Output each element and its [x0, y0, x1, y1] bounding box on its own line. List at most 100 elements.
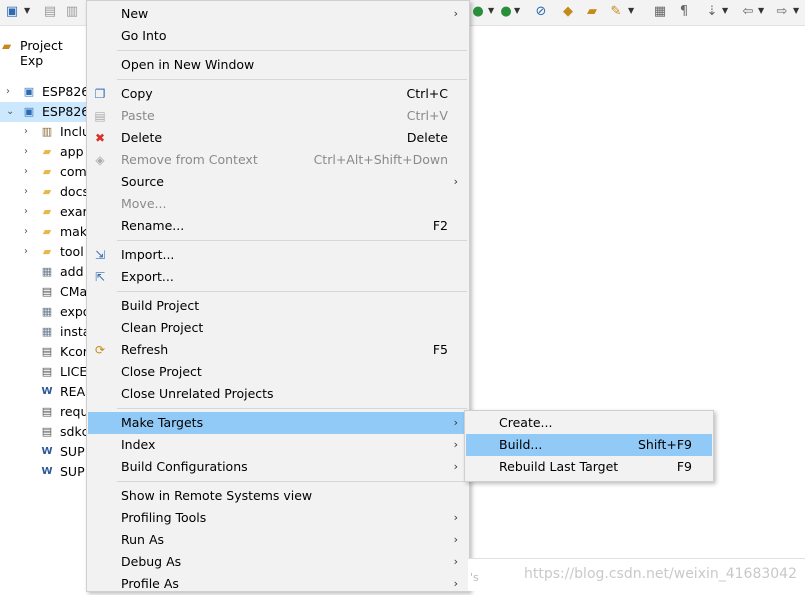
tree-item[interactable]: › ▰ tool [0, 242, 88, 262]
tree-item[interactable]: ⌄ ▣ ESP826 [0, 102, 88, 122]
skip-breakpoints-icon[interactable]: ⊘ [533, 4, 549, 20]
tree-item[interactable]: W SUP [0, 462, 88, 482]
tree-item[interactable]: W REA [0, 382, 88, 402]
chevron-down-icon[interactable]: ▼ [514, 6, 520, 15]
paragraph-icon[interactable]: ¶ [676, 4, 692, 20]
submenu-item-build[interactable]: Build... Shift+F9 [466, 434, 712, 456]
menu-item-index[interactable]: Index › [88, 434, 468, 456]
menu-item-label: Make Targets [121, 415, 204, 430]
submenu-arrow-icon: › [453, 438, 458, 451]
tree-item-label: SUP [60, 464, 85, 479]
submenu-arrow-icon: › [453, 533, 458, 546]
menu-item-refresh[interactable]: ⟳ Refresh F5 [88, 339, 468, 361]
menu-separator [117, 481, 467, 482]
tree-item[interactable]: › ▰ mak [0, 222, 88, 242]
menu-item-run-as[interactable]: Run As › [88, 529, 468, 551]
tree-item[interactable]: › ▰ docs [0, 182, 88, 202]
debug-icon[interactable]: ● [498, 4, 514, 20]
menu-separator [117, 291, 467, 292]
chevron-right-icon[interactable]: › [24, 162, 34, 182]
forward-icon[interactable]: ⇨ [774, 4, 790, 20]
menu-item-rename[interactable]: Rename... F2 [88, 215, 468, 237]
menu-item-label: Import... [121, 247, 175, 262]
new-wizard-icon[interactable]: ▣ [4, 4, 20, 20]
tree-item[interactable]: ▤ Kcor [0, 342, 88, 362]
tree-item[interactable]: › ▣ ESP826 [0, 82, 88, 102]
chevron-right-icon[interactable]: › [24, 122, 34, 142]
submenu-item-create[interactable]: Create... [466, 412, 712, 434]
tree-item[interactable]: ▤ LICE [0, 362, 88, 382]
submenu-arrow-icon: › [453, 460, 458, 473]
run-icon[interactable]: ● [470, 4, 486, 20]
menu-item-close-unrelated-projects[interactable]: Close Unrelated Projects [88, 383, 468, 405]
submenu-arrow-icon: › [453, 555, 458, 568]
menu-item-profile-as[interactable]: Profile As › [88, 573, 468, 595]
menu-separator [117, 240, 467, 241]
tree-item[interactable]: ▦ expo [0, 302, 88, 322]
menu-item-import[interactable]: ⇲ Import... [88, 244, 468, 266]
toggle-mark-icon[interactable]: ▦ [652, 4, 668, 20]
project-explorer-tab[interactable]: ▰ Project Exp [0, 36, 88, 68]
menu-item-clean-project[interactable]: Clean Project [88, 317, 468, 339]
chevron-down-icon[interactable]: ▼ [24, 6, 30, 15]
chevron-right-icon[interactable]: › [24, 242, 34, 262]
tree-item[interactable]: › ▰ exar [0, 202, 88, 222]
menu-item-close-project[interactable]: Close Project [88, 361, 468, 383]
menu-item-profiling-tools[interactable]: Profiling Tools › [88, 507, 468, 529]
pencil-icon[interactable]: ✎ [608, 4, 624, 20]
menu-item-shortcut: Delete [406, 130, 448, 145]
menu-item-delete[interactable]: ✖ Delete Delete [88, 127, 468, 149]
submenu-arrow-icon: › [453, 577, 458, 590]
chevron-down-icon[interactable]: ▼ [793, 6, 799, 15]
submenu-item-label: Create... [499, 415, 553, 430]
tree-item[interactable]: ▤ CMa [0, 282, 88, 302]
menu-item-label: Source [121, 174, 164, 189]
tree-item[interactable]: W SUP [0, 442, 88, 462]
menu-item-copy[interactable]: ❐ Copy Ctrl+C [88, 83, 468, 105]
menu-item-shortcut: F5 [432, 342, 448, 357]
chevron-right-icon[interactable]: › [24, 222, 34, 242]
menu-item-label: Debug As [121, 554, 182, 569]
tree-item[interactable]: › ▥ Inclu [0, 122, 88, 142]
tree-item[interactable]: ▦ insta [0, 322, 88, 342]
tree-item[interactable]: ▤ requ [0, 402, 88, 422]
chevron-right-icon[interactable]: › [24, 182, 34, 202]
paste-icon: ▤ [94, 109, 106, 123]
tree-item[interactable]: ▦ add [0, 262, 88, 282]
menu-item-open-in-new-window[interactable]: Open in New Window [88, 54, 468, 76]
open-type-icon[interactable]: ◆ [560, 4, 576, 20]
menu-item-show-in-remote-systems[interactable]: Show in Remote Systems view [88, 485, 468, 507]
open-folder-icon[interactable]: ▰ [584, 4, 600, 20]
menu-item-debug-as[interactable]: Debug As › [88, 551, 468, 573]
menu-item-label: New [121, 6, 149, 21]
tree-item-label: expo [60, 304, 88, 319]
menu-item-paste: ▤ Paste Ctrl+V [88, 105, 468, 127]
tree-item[interactable]: ▤ sdkc [0, 422, 88, 442]
chevron-down-icon[interactable]: ▼ [722, 6, 728, 15]
menu-item-build-project[interactable]: Build Project [88, 295, 468, 317]
chevron-right-icon[interactable]: › [6, 82, 16, 102]
menu-item-source[interactable]: Source › [88, 171, 468, 193]
menu-item-export[interactable]: ⇱ Export... [88, 266, 468, 288]
chevron-down-icon[interactable]: ▼ [488, 6, 494, 15]
tree-item[interactable]: › ▰ com [0, 162, 88, 182]
menu-item-build-configurations[interactable]: Build Configurations › [88, 456, 468, 478]
menu-item-make-targets[interactable]: Make Targets › [88, 412, 468, 434]
next-annotation-icon[interactable]: ⇣ [704, 4, 720, 20]
menu-item-go-into[interactable]: Go Into [88, 25, 468, 47]
chevron-right-icon[interactable]: › [24, 202, 34, 222]
menu-item-new[interactable]: New › [88, 3, 468, 25]
save-all-icon[interactable]: ▥ [64, 4, 80, 20]
project-icon: ▣ [23, 105, 35, 118]
chevron-down-icon[interactable]: ▼ [628, 6, 634, 15]
submenu-item-rebuild-last-target[interactable]: Rebuild Last Target F9 [466, 456, 712, 478]
script-file-icon: ▦ [41, 325, 53, 338]
save-icon[interactable]: ▤ [42, 4, 58, 20]
chevron-down-icon[interactable]: ▼ [758, 6, 764, 15]
tree-item[interactable]: › ▰ app [0, 142, 88, 162]
chevron-right-icon[interactable]: › [24, 142, 34, 162]
back-icon[interactable]: ⇦ [740, 4, 756, 20]
menu-item-label: Paste [121, 108, 155, 123]
word-file-icon: W [41, 386, 53, 397]
chevron-down-icon[interactable]: ⌄ [6, 102, 16, 122]
